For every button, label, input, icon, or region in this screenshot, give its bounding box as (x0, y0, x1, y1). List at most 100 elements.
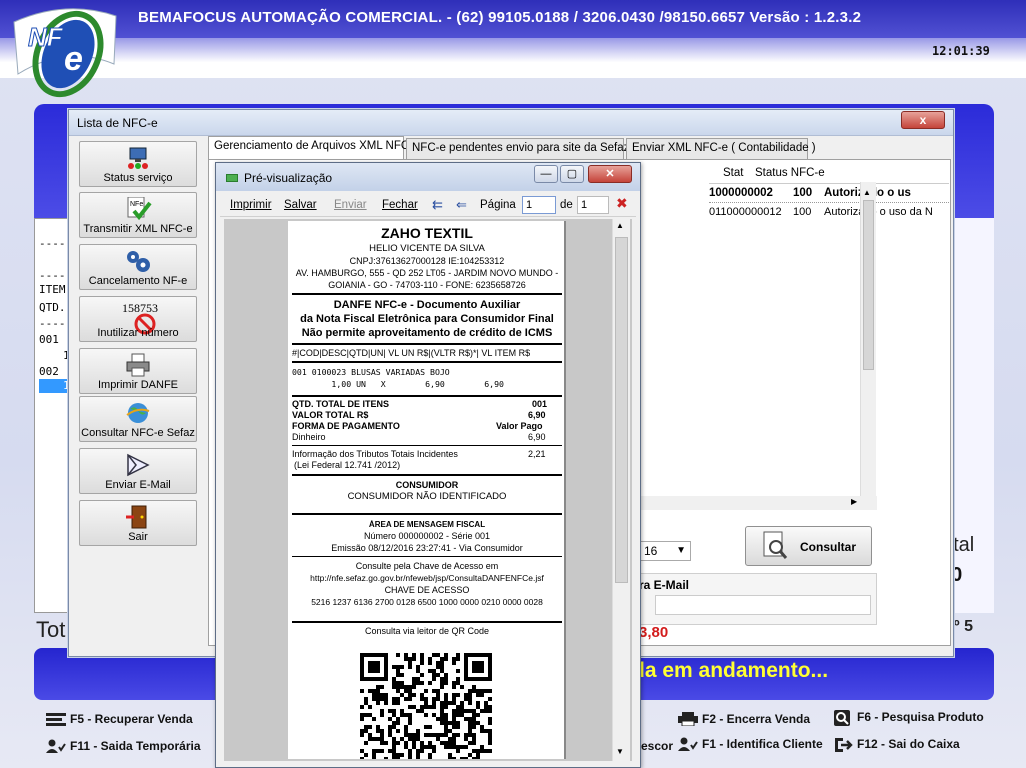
receipt-line: ---- (39, 237, 66, 250)
chave-acesso: 5216 1237 6136 2700 0128 6500 1000 0000 … (311, 597, 543, 607)
send-button[interactable]: Enviar (334, 199, 367, 211)
qtd-total-label: QTD. TOTAL DE ITENS (292, 399, 390, 409)
valor-pago-label: Valor Pago (496, 421, 543, 431)
grid-row[interactable]: 011000000012 100 Autorizado o uso da N (709, 203, 949, 222)
user-check-icon (678, 737, 698, 751)
date-combo[interactable]: 16 ▼ (639, 541, 691, 561)
preview-window: Pré-visualização — ▢ ✕ Imprimir Salvar E… (215, 162, 641, 768)
grid-cell-key: 011000000012 (709, 206, 782, 218)
fkey-f2[interactable]: F2 - Encerra Venda (678, 712, 810, 727)
consultar-button[interactable]: Consultar (745, 526, 872, 566)
print-button[interactable]: Imprimir (230, 199, 272, 211)
transmitir-xml-button[interactable]: NFe Transmitir XML NFC-e (79, 192, 197, 238)
email-input[interactable] (655, 595, 871, 615)
svg-text:e: e (64, 40, 83, 78)
enviar-email-label: Enviar E-Mail (105, 479, 171, 491)
inutilizar-numero-button[interactable]: 158753 Inutilizar número (79, 296, 197, 342)
close-button[interactable]: ✕ (588, 165, 632, 183)
scroll-up-arrow-icon[interactable]: ▲ (863, 188, 871, 197)
preview-titlebar[interactable]: Pré-visualização — ▢ ✕ (216, 163, 640, 191)
qtd-total-value: 001 (532, 399, 548, 409)
user-check-icon (46, 739, 66, 753)
sair-button[interactable]: Sair (79, 500, 197, 546)
forma-pagamento-label: FORMA DE PAGAMENTO (292, 421, 400, 431)
tab-bar: Gerenciamento de Arquivos XML NFC-e NFC-… (208, 136, 948, 160)
preview-title: Pré-visualização (244, 171, 333, 185)
status-servico-button[interactable]: Status serviço (79, 141, 197, 187)
dinheiro-value: 6,90 (528, 432, 546, 442)
tributos-line1: Informação dos Tributos Totais Incidente… (292, 449, 458, 459)
grid-vertical-scrollbar[interactable]: ▲ (860, 182, 876, 502)
network-status-icon (128, 147, 148, 169)
receipt-company: ZAHO TEXTIL (381, 225, 473, 241)
maximize-button[interactable]: ▢ (560, 165, 584, 183)
fkey-desc-label: escor (641, 739, 674, 753)
fkey-f5[interactable]: F5 - Recuperar Venda (46, 712, 193, 726)
sair-label: Sair (128, 531, 148, 543)
divider (292, 474, 562, 476)
prev-page-icon[interactable]: ⇐ (456, 197, 467, 213)
receipt-line: QTD. (39, 301, 66, 314)
page-total: 1 (577, 196, 609, 214)
first-page-icon[interactable]: ⇇ (432, 197, 443, 213)
tab-pendentes[interactable]: NFC-e pendentes envio para site da Sefaz (406, 138, 629, 159)
fkey-f1-label: F1 - Identifica Cliente (702, 737, 823, 751)
grid-cell-key: 1000000002 (709, 187, 773, 199)
imprimir-danfe-button[interactable]: Imprimir DANFE (79, 348, 197, 394)
close-button[interactable]: x (901, 111, 945, 129)
window-titlebar[interactable]: Lista de NFC-e x (69, 110, 953, 136)
receipt-line: ---- (39, 269, 66, 282)
qr-label: Consulta via leitor de QR Code (364, 626, 490, 636)
close-preview-button[interactable]: Fechar (382, 199, 418, 211)
fkey-f11[interactable]: F11 - Saida Temporária (46, 739, 201, 753)
fkey-desc[interactable]: escor (641, 739, 673, 753)
printer-icon (678, 712, 698, 727)
close-preview-icon[interactable]: ✖ (616, 195, 628, 212)
fkey-f5-label: F5 - Recuperar Venda (70, 712, 193, 726)
grid-row[interactable]: 1000000002 100 Autorizado o us (709, 184, 949, 203)
consulta-url: http://nfe.sefaz.go.gov.br/nfeweb/jsp/Co… (310, 573, 544, 583)
grid-cell-stat: 100 (793, 187, 813, 199)
svg-text:NFe: NFe (130, 201, 143, 208)
status-message: da em andamento... (632, 659, 829, 682)
receipt-owner: HELIO VICENTE DA SILVA (369, 243, 485, 254)
consultar-sefaz-button[interactable]: Consultar NFC-e Sefaz (79, 396, 197, 442)
fkey-f6-label: F6 - Pesquisa Produto (857, 710, 984, 724)
receipt-item-values: 1,00 UN X 6,90 6,90 (292, 379, 504, 389)
grid-horizontal-scrollbar[interactable]: ▶ (641, 496, 877, 510)
fkey-f12[interactable]: F12 - Sai do Caixa (833, 737, 960, 752)
page-input[interactable]: 1 (522, 196, 556, 214)
tab-contabilidade[interactable]: Enviar XML NFC-e ( Contabilidade ) (626, 138, 816, 159)
valor-total-label: VALOR TOTAL R$ (292, 410, 369, 420)
window-title: Lista de NFC-e (77, 116, 158, 130)
fkey-f11-label: F11 - Saida Temporária (70, 739, 201, 753)
preview-vertical-scrollbar[interactable]: ▲ ▼ (612, 219, 630, 761)
minimize-button[interactable]: — (534, 165, 558, 183)
preview-body: ZAHO TEXTIL HELIO VICENTE DA SILVA CNPJ:… (224, 219, 632, 761)
scroll-down-arrow-icon[interactable]: ▼ (616, 747, 624, 756)
valor-total-value: 6,90 (528, 410, 546, 420)
receipt-address: AV. HAMBURGO, 555 - QD 252 LT05 - JARDIM… (295, 268, 559, 278)
tab-gerenciamento[interactable]: Gerenciamento de Arquivos XML NFC-e (208, 136, 419, 159)
grid-cell-status: Autorizado o uso da N (824, 206, 933, 218)
exit-icon (833, 737, 853, 752)
enviar-email-button[interactable]: Enviar E-Mail (79, 448, 197, 494)
receipt-line: ITEM (39, 283, 66, 296)
of-label: de (560, 199, 573, 211)
status-servico-label: Status serviço (103, 172, 173, 184)
fkey-f1[interactable]: F1 - Identifica Cliente (678, 737, 823, 751)
divider (292, 293, 562, 295)
scroll-up-arrow-icon[interactable]: ▲ (616, 221, 624, 230)
save-button[interactable]: Salvar (284, 199, 317, 211)
divider (292, 621, 562, 623)
divider (292, 361, 562, 363)
fkey-f12-label: F12 - Sai do Caixa (857, 737, 960, 751)
document-search-icon (763, 531, 788, 559)
scroll-right-arrow-icon[interactable]: ▶ (851, 497, 857, 506)
scroll-thumb[interactable] (615, 237, 628, 583)
scroll-thumb[interactable] (863, 200, 874, 370)
cancelamento-button[interactable]: Cancelamento NF-e (79, 244, 197, 290)
nfce-grid[interactable]: Stat Status NFC-e 1000000002 100 Autoriz… (709, 164, 949, 514)
receipt-line: ---- (39, 317, 66, 330)
fkey-f6[interactable]: F6 - Pesquisa Produto (833, 710, 984, 726)
